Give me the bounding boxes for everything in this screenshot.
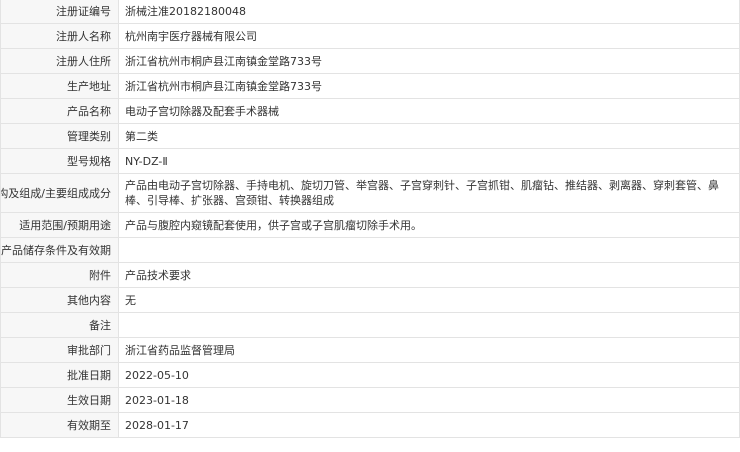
row-production-address: 生产地址 浙江省杭州市桐庐县江南镇金堂路733号 [0, 73, 740, 99]
row-product-name: 产品名称 电动子宫切除器及配套手术器械 [0, 98, 740, 124]
label-approval-department: 审批部门 [0, 337, 119, 363]
row-approval-date: 批准日期 2022-05-10 [0, 362, 740, 388]
value-management-category: 第二类 [118, 123, 740, 149]
value-registrant-address: 浙江省杭州市桐庐县江南镇金堂路733号 [118, 48, 740, 74]
value-registrant-name: 杭州南宇医疗器械有限公司 [118, 23, 740, 49]
row-other-content: 其他内容 无 [0, 287, 740, 313]
label-product-name: 产品名称 [0, 98, 119, 124]
row-remarks: 备注 [0, 312, 740, 338]
value-model-spec: NY-DZ-Ⅱ [118, 148, 740, 174]
label-approval-date: 批准日期 [0, 362, 119, 388]
row-structure-composition: 结构及组成/主要组成成分 产品由电动子宫切除器、手持电机、旋切刀管、举宫器、子宫… [0, 173, 740, 213]
label-intended-use: 适用范围/预期用途 [0, 212, 119, 238]
label-remarks: 备注 [0, 312, 119, 338]
value-product-name: 电动子宫切除器及配套手术器械 [118, 98, 740, 124]
value-intended-use: 产品与腹腔内窥镜配套使用，供子宫或子宫肌瘤切除手术用。 [118, 212, 740, 238]
row-attachment: 附件 产品技术要求 [0, 262, 740, 288]
value-approval-department: 浙江省药品监督管理局 [118, 337, 740, 363]
row-intended-use: 适用范围/预期用途 产品与腹腔内窥镜配套使用，供子宫或子宫肌瘤切除手术用。 [0, 212, 740, 238]
label-structure-composition: 结构及组成/主要组成成分 [0, 173, 119, 213]
value-other-content: 无 [118, 287, 740, 313]
value-registration-number: 浙械注准20182180048 [118, 0, 740, 24]
value-valid-until: 2028-01-17 [118, 412, 740, 438]
value-effective-date: 2023-01-18 [118, 387, 740, 413]
value-approval-date: 2022-05-10 [118, 362, 740, 388]
row-approval-department: 审批部门 浙江省药品监督管理局 [0, 337, 740, 363]
value-structure-composition: 产品由电动子宫切除器、手持电机、旋切刀管、举宫器、子宫穿刺针、子宫抓钳、肌瘤钻、… [118, 173, 740, 213]
label-registrant-name: 注册人名称 [0, 23, 119, 49]
label-production-address: 生产地址 [0, 73, 119, 99]
row-storage-validity: 产品储存条件及有效期 [0, 237, 740, 263]
value-remarks [118, 312, 740, 338]
label-attachment: 附件 [0, 262, 119, 288]
value-production-address: 浙江省杭州市桐庐县江南镇金堂路733号 [118, 73, 740, 99]
label-model-spec: 型号规格 [0, 148, 119, 174]
row-management-category: 管理类别 第二类 [0, 123, 740, 149]
registration-detail-table: 注册证编号 浙械注准20182180048 注册人名称 杭州南宇医疗器械有限公司… [0, 0, 740, 438]
label-management-category: 管理类别 [0, 123, 119, 149]
row-model-spec: 型号规格 NY-DZ-Ⅱ [0, 148, 740, 174]
row-registrant-name: 注册人名称 杭州南宇医疗器械有限公司 [0, 23, 740, 49]
label-valid-until: 有效期至 [0, 412, 119, 438]
label-storage-validity: 产品储存条件及有效期 [0, 237, 119, 263]
label-other-content: 其他内容 [0, 287, 119, 313]
label-registrant-address: 注册人住所 [0, 48, 119, 74]
label-registration-number: 注册证编号 [0, 0, 119, 24]
value-attachment: 产品技术要求 [118, 262, 740, 288]
row-registration-number: 注册证编号 浙械注准20182180048 [0, 0, 740, 24]
label-effective-date: 生效日期 [0, 387, 119, 413]
row-valid-until: 有效期至 2028-01-17 [0, 412, 740, 438]
row-registrant-address: 注册人住所 浙江省杭州市桐庐县江南镇金堂路733号 [0, 48, 740, 74]
row-effective-date: 生效日期 2023-01-18 [0, 387, 740, 413]
value-storage-validity [118, 237, 740, 263]
